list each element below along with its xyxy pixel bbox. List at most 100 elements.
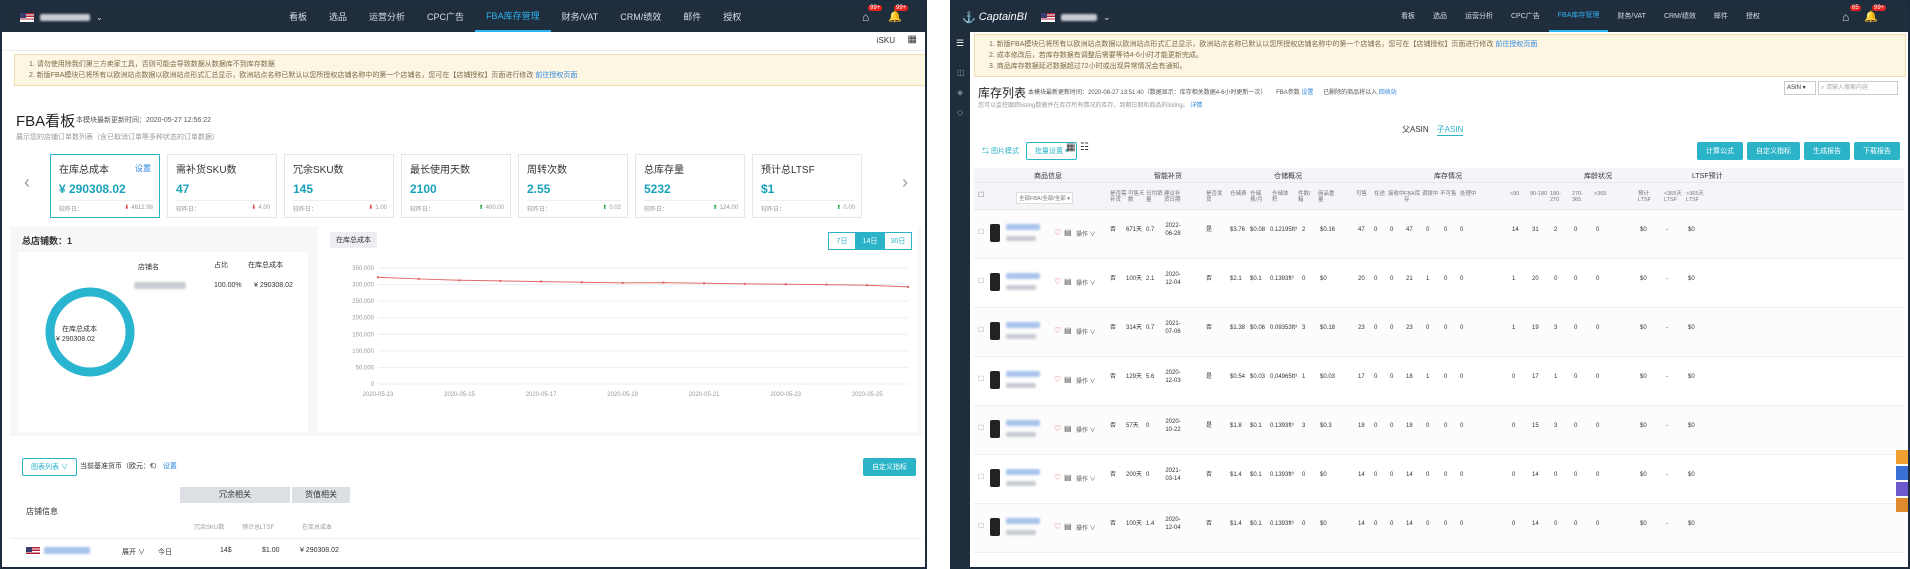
heart-icon[interactable]: ♡ bbox=[1054, 375, 1061, 384]
row-checkbox[interactable]: ☐ bbox=[978, 473, 984, 481]
metric-card[interactable]: 总库存量 5232 较昨日： ⬆ 124.00 bbox=[635, 154, 745, 218]
nav-item-8[interactable]: 授权 bbox=[712, 2, 752, 32]
nav-item-6[interactable]: CRM/绩效 bbox=[609, 2, 672, 32]
grid-icon[interactable]: ▦ bbox=[908, 34, 917, 45]
product-thumbnail[interactable] bbox=[990, 469, 1000, 487]
metric-card[interactable]: 冗余SKU数 145 较昨日： ⬇ 1.00 bbox=[284, 154, 394, 218]
product-thumbnail[interactable] bbox=[990, 273, 1000, 291]
note-icon[interactable]: ▤ bbox=[1064, 473, 1072, 482]
col-header-0[interactable]: 是否需补货 bbox=[1110, 191, 1128, 203]
data-point[interactable] bbox=[621, 281, 624, 285]
col-header-19[interactable]: 180-270 bbox=[1550, 191, 1568, 203]
nav-item-4[interactable]: FBA库存管理 bbox=[1548, 2, 1609, 32]
heart-icon[interactable]: ♡ bbox=[1054, 424, 1061, 433]
metric-card[interactable]: 周转次数 2.55 较昨日： ⬆ 0.02 bbox=[518, 154, 628, 218]
note-icon[interactable]: ▤ bbox=[1064, 326, 1072, 335]
list-view-icon[interactable]: ☷ bbox=[1080, 142, 1089, 153]
store-selector[interactable] bbox=[1061, 13, 1098, 21]
table-row[interactable]: ☐ ♡ ▤ 操作 ∨ 否 671天 0.7 2022-06-28 是 $3.76 $0.08 0.12… bbox=[974, 210, 1904, 259]
action-button-3[interactable]: 下载报告 bbox=[1854, 142, 1900, 160]
col-header-17[interactable]: <90 bbox=[1510, 191, 1528, 197]
product-asin[interactable] bbox=[1006, 322, 1040, 328]
heart-icon[interactable]: ♡ bbox=[1054, 277, 1061, 286]
product-thumbnail[interactable] bbox=[990, 224, 1000, 242]
col-header-5[interactable]: 仓储费 bbox=[1230, 191, 1248, 197]
home-icon[interactable]: ⌂ bbox=[1842, 10, 1849, 24]
notice-link[interactable]: 前往授权页面 bbox=[1495, 41, 1537, 48]
action-button-2[interactable]: 生成报告 bbox=[1804, 142, 1850, 160]
nav-item-7[interactable]: 邮件 bbox=[1705, 2, 1737, 32]
data-point[interactable] bbox=[458, 279, 461, 282]
table-row[interactable]: ☐ ♡ ▤ 操作 ∨ 否 200天 0 2021-03-14 否 $1.4 $0.1 0.1393ft… bbox=[974, 455, 1904, 504]
nav-item-2[interactable]: 运营分析 bbox=[358, 2, 416, 32]
data-point[interactable] bbox=[539, 280, 543, 283]
action-button-0[interactable]: 计算公式 bbox=[1697, 142, 1743, 160]
col-header-13[interactable]: FBA库存 bbox=[1404, 191, 1422, 203]
col-header-23[interactable]: <365天LTSF bbox=[1664, 191, 1688, 203]
table-row[interactable]: ☐ ♡ ▤ 操作 ∨ 否 129天 5.6 2020-12-03 是 $0.54 $0.03 0.04… bbox=[974, 357, 1904, 406]
data-point[interactable] bbox=[499, 279, 502, 283]
data-point[interactable] bbox=[906, 285, 910, 289]
notice-link[interactable]: 前往授权页面 bbox=[535, 72, 577, 79]
data-point[interactable] bbox=[743, 282, 747, 286]
product-filter[interactable]: 全部FBA/全部/全部 ▾ bbox=[1016, 192, 1074, 204]
note-icon[interactable]: ▤ bbox=[1064, 424, 1072, 433]
nav-item-8[interactable]: 授权 bbox=[1737, 2, 1769, 32]
nav-item-4[interactable]: FBA库存管理 bbox=[475, 2, 551, 32]
search-box[interactable]: ⌕ 请输入搜索内容 bbox=[1818, 81, 1898, 95]
row-checkbox[interactable]: ☐ bbox=[978, 277, 984, 285]
metric-settings-link[interactable]: 设置 bbox=[135, 163, 151, 174]
heart-icon[interactable]: ♡ bbox=[1054, 522, 1061, 531]
col-header-20[interactable]: 270-365 bbox=[1572, 191, 1590, 203]
data-point[interactable] bbox=[376, 276, 380, 279]
float-tool-2[interactable] bbox=[1896, 466, 1908, 480]
col-header-3[interactable]: 建议补货日期 bbox=[1164, 191, 1182, 203]
product-thumbnail[interactable] bbox=[990, 518, 1000, 536]
heart-icon[interactable]: ♡ bbox=[1054, 326, 1061, 335]
metric-card[interactable]: 最长使用天数 2100 较昨日： ⬆ 400.00 bbox=[401, 154, 511, 218]
row-checkbox[interactable]: ☐ bbox=[978, 228, 984, 236]
data-point[interactable] bbox=[784, 283, 787, 286]
float-tool-4[interactable] bbox=[1896, 498, 1908, 512]
data-point[interactable] bbox=[580, 281, 584, 284]
col-header-9[interactable]: 商品重量 bbox=[1318, 191, 1336, 203]
col-header-8[interactable]: 件数/箱 bbox=[1298, 191, 1316, 203]
col-header-2[interactable]: 日均销量 bbox=[1146, 191, 1164, 203]
row-checkbox[interactable]: ☐ bbox=[978, 375, 984, 383]
row-checkbox[interactable]: ☐ bbox=[978, 424, 984, 432]
note-icon[interactable]: ▤ bbox=[1064, 228, 1072, 237]
col-header-1[interactable]: 可售天数 bbox=[1128, 191, 1146, 203]
data-point[interactable] bbox=[702, 282, 706, 285]
col-header-18[interactable]: 90-180 bbox=[1530, 191, 1548, 197]
range-button-1[interactable]: 14日 bbox=[856, 232, 884, 250]
row-op-button[interactable]: 操作 ∨ bbox=[1076, 523, 1096, 532]
nav-item-0[interactable]: 看板 bbox=[1392, 2, 1424, 32]
col-header-7[interactable]: 仓储体积 bbox=[1272, 191, 1290, 203]
side-icon-3[interactable]: ◇ bbox=[957, 108, 963, 117]
chevron-down-icon[interactable]: ⌄ bbox=[1103, 12, 1111, 23]
data-point[interactable] bbox=[662, 281, 665, 284]
nav-item-2[interactable]: 运营分析 bbox=[1456, 2, 1502, 32]
col-header-14[interactable]: 调拨中 bbox=[1422, 191, 1440, 197]
row-op-button[interactable]: 操作 ∨ bbox=[1076, 327, 1096, 336]
search-input[interactable]: 请输入搜索内容 bbox=[1826, 85, 1868, 91]
nav-item-3[interactable]: CPC广告 bbox=[416, 2, 475, 32]
product-thumbnail[interactable] bbox=[990, 371, 1000, 389]
nav-item-1[interactable]: 选品 bbox=[1424, 2, 1456, 32]
custom-metric-button[interactable]: 自定义指标 bbox=[863, 458, 916, 476]
product-asin[interactable] bbox=[1006, 518, 1040, 524]
row-op-button[interactable]: 操作 ∨ bbox=[1076, 474, 1096, 483]
col-header-4[interactable]: 是否发货 bbox=[1206, 191, 1224, 203]
nav-item-5[interactable]: 财务/VAT bbox=[1608, 2, 1655, 32]
next-arrow-icon[interactable]: › bbox=[902, 172, 908, 193]
table-row[interactable]: ☐ ♡ ▤ 操作 ∨ 否 57天 0 2020-10-22 是 $1.8 $0.1 0.1393ft³… bbox=[974, 406, 1904, 455]
row-expand[interactable]: 展开 ∨ bbox=[122, 547, 145, 557]
row-op-button[interactable]: 操作 ∨ bbox=[1076, 229, 1096, 238]
col-header-6[interactable]: 仓储费/月 bbox=[1250, 191, 1268, 203]
table-row[interactable]: ☐ ♡ ▤ 操作 ∨ 否 314天 0.7 2021-07-06 否 $1.38 $0.06 0.09… bbox=[974, 308, 1904, 357]
bell-icon[interactable]: 🔔 bbox=[888, 10, 902, 23]
nav-item-7[interactable]: 邮件 bbox=[672, 2, 712, 32]
float-tool-3[interactable] bbox=[1896, 482, 1908, 496]
nav-item-5[interactable]: 财务/VAT bbox=[551, 2, 610, 32]
table-row[interactable]: ☐ ♡ ▤ 操作 ∨ 否 100天 1.4 2020-12-04 否 $1.4 $0.1 0.1393… bbox=[974, 504, 1904, 553]
